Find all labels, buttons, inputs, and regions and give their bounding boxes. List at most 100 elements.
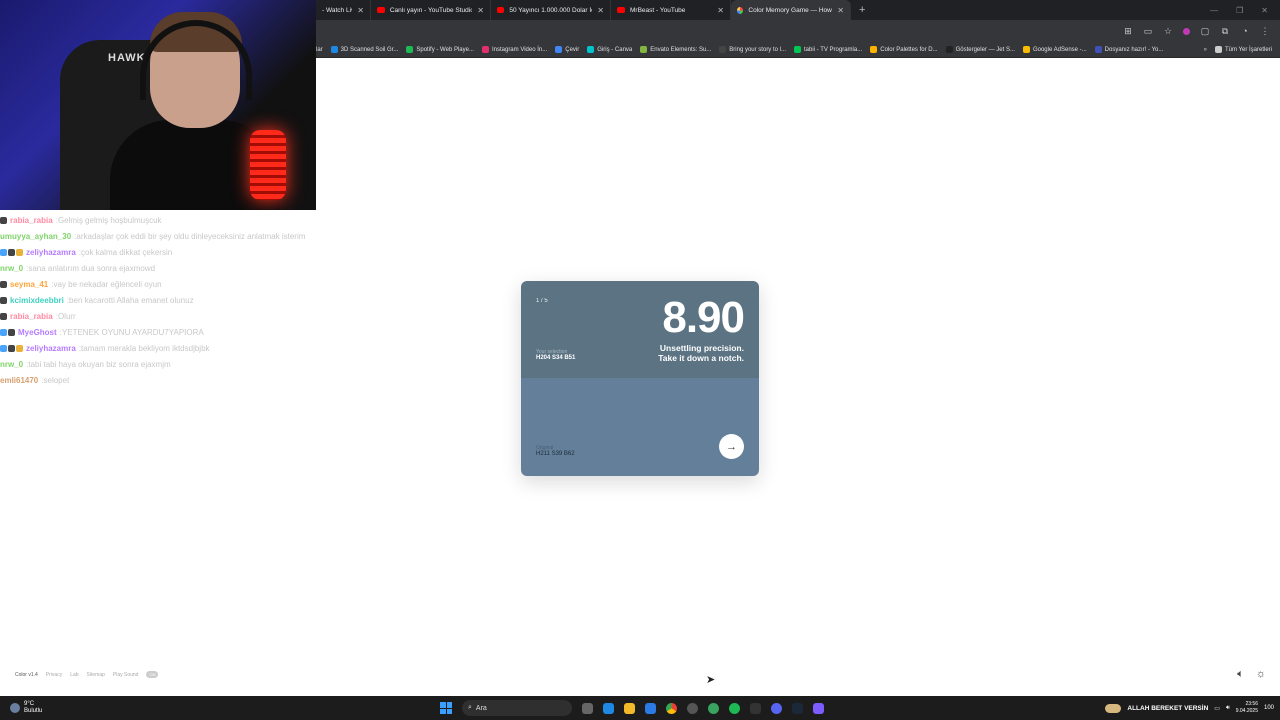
browser-tab[interactable]: - Watch Live ✕ [316,0,371,20]
bookmark-item[interactable]: Göstergeler — Jet S... [945,46,1015,53]
new-tab-button[interactable]: + [859,4,865,16]
tab-favicon-icon [737,6,744,14]
display-icon[interactable]: ▭ [1214,705,1220,712]
chat-text: çok kalma dikkat çekersin [81,247,173,257]
score: 8.90 [662,293,745,342]
bookmark-favicon-icon [587,46,595,53]
tab-close-icon[interactable]: ✕ [717,6,724,15]
translate-icon[interactable]: ⊞ [1123,26,1133,36]
sun-icon[interactable]: ☼ [1256,668,1266,681]
bookmark-item[interactable]: Envato Elements: Su... [640,46,711,53]
tab-close-icon[interactable]: ✕ [837,6,844,15]
extension-icon[interactable] [1183,27,1190,35]
tray-toggle[interactable] [1105,703,1122,713]
chat-badges [0,216,7,224]
chat-username: rabia_rabia [10,311,53,321]
bookmarks-more-button[interactable]: » [1204,47,1207,53]
clock[interactable]: 23:56 9.04.2025 [1236,701,1258,715]
notification-count[interactable]: 100 [1264,705,1274,711]
bookmark-favicon-icon [870,46,878,53]
bookmark-label: Dosyanız hazır! - Yo... [1104,46,1164,53]
bookmark-favicon-icon [1094,46,1102,53]
webcam-overlay: HAWK [0,0,316,210]
app-icon-2[interactable] [708,702,719,714]
widgets-icon[interactable] [603,702,614,714]
volume-icon[interactable]: 🔊︎ [1226,705,1230,712]
chat-text: Gelmiş gelmiş hoşbulmuşcuk [57,215,162,225]
close-window-icon[interactable]: ✕ [1261,6,1268,15]
taskbar-search[interactable]: ⌕ Ara [462,700,572,716]
footer-link-lab[interactable]: Lab [70,672,78,678]
bookmark-item[interactable]: Dosyanız hazır! - Yo... [1094,46,1164,53]
taskbar-apps: ⌕ Ara [440,700,824,716]
cast-icon[interactable]: ▭ [1143,26,1153,36]
tab-label: MrBeast - YouTube [630,6,686,14]
chat-username: nrw_0 [0,359,24,369]
bookmark-item[interactable]: Color Palettes for D... [870,46,938,53]
all-bookmarks-button[interactable]: Tüm Yer İşaretleri [1214,46,1272,53]
app-icon[interactable] [687,702,698,714]
chat-username: umuyya_ayhan_30 [0,231,72,241]
discord-icon[interactable] [771,702,782,714]
windows-start-icon[interactable] [440,702,452,714]
bookmark-item[interactable]: Bring your story to l... [719,46,786,53]
bookmark-item[interactable]: Spotify - Web Playe... [406,46,474,53]
tab-label: Canlı yayın - YouTube Studio [389,6,473,14]
page-corner-controls: 🔈︎ ☼ [1237,668,1266,681]
chat-overlay: rabia_rabia: Gelmiş gelmiş hoşbulmuşcuk u… [0,212,360,388]
chat-badges [0,312,7,320]
bookmark-item[interactable]: Google AdSense -... [1022,46,1087,53]
spotify-icon[interactable] [729,702,740,714]
store-icon[interactable] [645,702,656,714]
bookmark-label: Spotify - Web Playe... [416,46,474,53]
bookmark-item[interactable]: Çevir [555,46,579,53]
bookmark-star-icon[interactable]: ☆ [1163,26,1173,36]
tab-close-icon[interactable]: ✕ [477,6,484,15]
streaming-app-icon[interactable] [813,702,824,714]
capcut-icon[interactable] [750,702,761,714]
footer-link-privacy[interactable]: Privacy [46,672,62,678]
menu-icon[interactable]: ⋮ [1260,26,1270,36]
chat-badges [0,344,23,352]
chat-message: zeliyhazamra: tamam merakla bekliyom ikt… [0,340,360,356]
tab-close-icon[interactable]: ✕ [357,6,364,15]
search-icon: ⌕ [468,704,472,711]
bookmark-favicon-icon [793,46,801,53]
bookmark-item[interactable]: Giriş - Canva [587,46,632,53]
browser-tab[interactable]: 50 Yayıncı 1.000.000 Dolar İçin ✕ [491,0,611,20]
window-icon[interactable]: ▢ [1200,26,1210,36]
tab-close-icon[interactable]: ✕ [597,6,604,15]
profile-icon[interactable]: ◔ [1240,26,1250,36]
microphone [250,130,286,200]
bookmark-favicon-icon [719,46,727,53]
file-explorer-icon[interactable] [624,702,635,714]
bookmark-item[interactable]: Instagram Video İn... [481,46,547,53]
chat-badge-icon [0,296,7,304]
footer-link-play-sound[interactable]: Play Sound [113,672,139,678]
next-round-button[interactable]: → [719,434,744,459]
folder-icon [1214,46,1222,53]
browser-tab[interactable]: Canlı yayın - YouTube Studio ✕ [371,0,491,20]
browser-tab[interactable]: MrBeast - YouTube ✕ [611,0,731,20]
bookmark-item[interactable]: tabii - TV Programla... [793,46,862,53]
sound-toggle-pill[interactable]: ON [146,671,159,678]
task-view-icon[interactable] [582,702,593,714]
weather-condition: Bulutlu [24,708,43,714]
minimize-icon[interactable]: — [1210,6,1218,15]
bookmark-item[interactable]: 3D Scanned Soil Gr... [330,46,398,53]
steam-icon[interactable] [792,702,803,714]
speaker-icon[interactable]: 🔈︎ [1237,668,1244,681]
chrome-icon[interactable] [666,702,677,714]
page-footer: Color v1.4 Privacy Lab Sitemap Play Soun… [15,671,159,678]
chat-message: rabia_rabia: Olurr [0,308,360,324]
browser-tab[interactable]: Color Memory Game — How W ✕ [731,0,851,20]
bookmark-truncated[interactable]: lar [316,47,323,53]
bookmark-favicon-icon [406,46,414,53]
browser-tabbar: - Watch Live✕Canlı yayın - YouTube Studi… [316,0,1280,20]
chat-message: emli61470: selopet [0,372,360,388]
extensions-icon[interactable]: ⧉ [1220,26,1230,36]
footer-link-sitemap[interactable]: Sitemap [87,672,105,678]
mouse-cursor-icon: ➤ [706,674,716,686]
maximize-icon[interactable]: ❐ [1236,6,1243,15]
weather-widget[interactable]: 9°C Bulutlu [0,701,440,715]
